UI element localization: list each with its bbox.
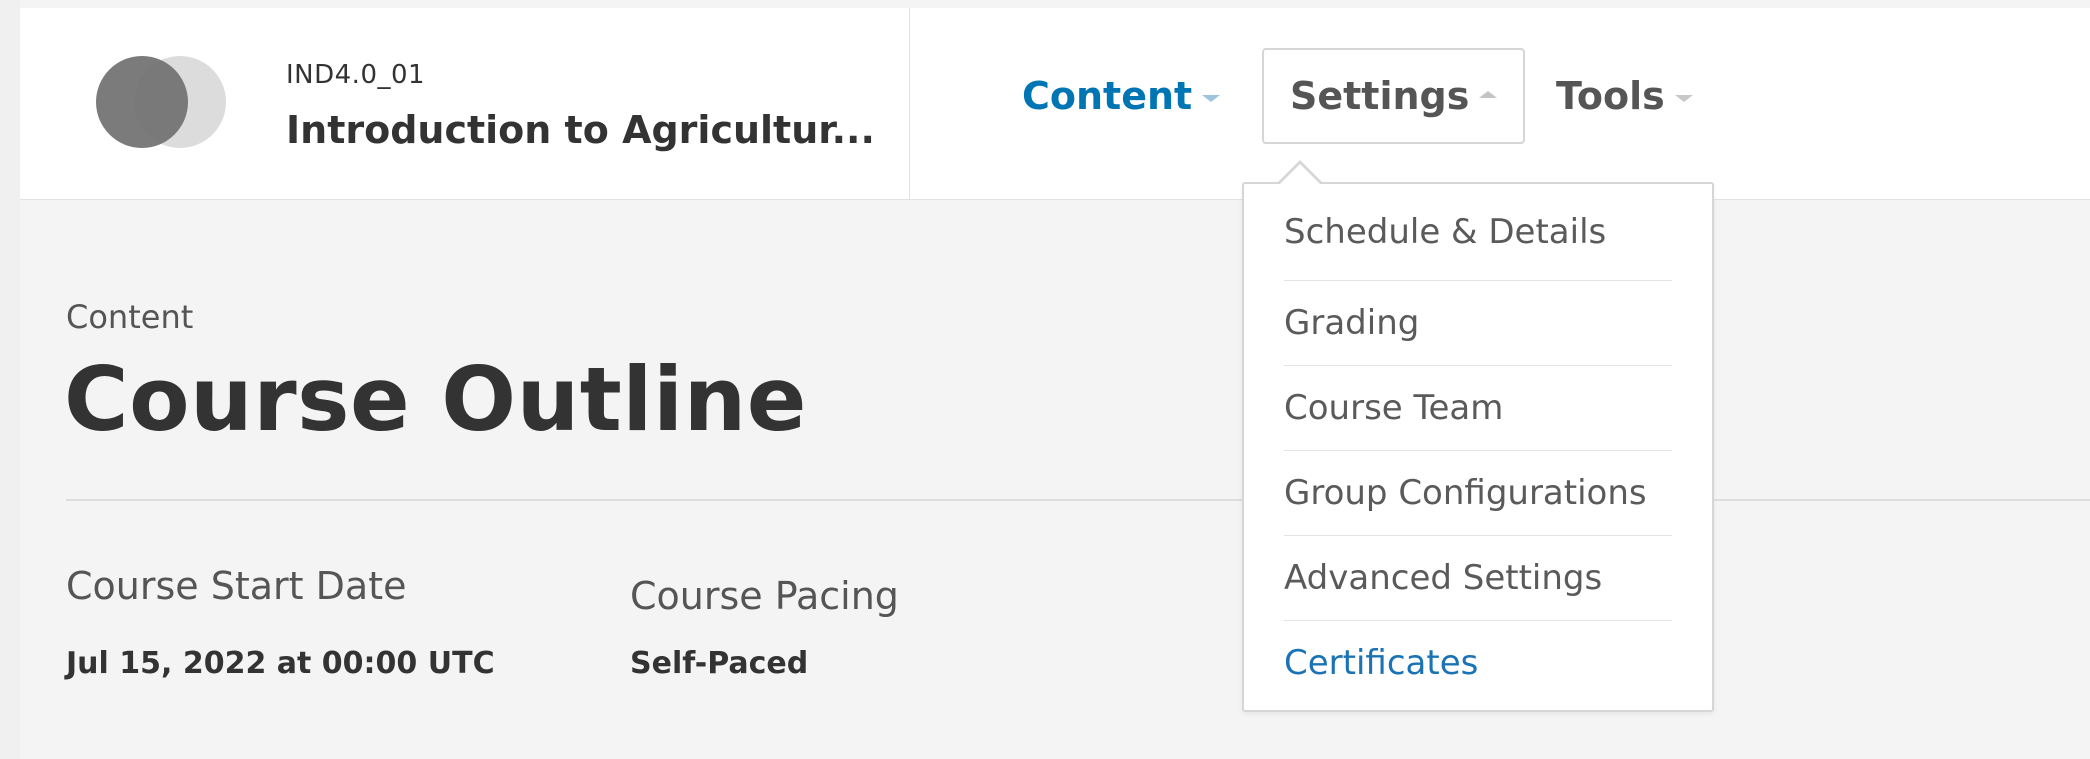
nav-settings-menu[interactable]: Settings bbox=[1262, 48, 1526, 144]
menu-item-course-team[interactable]: Course Team bbox=[1284, 366, 1672, 451]
page: IND4.0_01 Introduction to Agricultur... … bbox=[0, 0, 2090, 759]
nav-tools-label: Tools bbox=[1556, 74, 1665, 118]
logo-circle-dark bbox=[96, 56, 188, 148]
divider bbox=[66, 499, 2090, 501]
left-edge bbox=[0, 0, 20, 759]
top-header: IND4.0_01 Introduction to Agricultur... … bbox=[20, 8, 2090, 200]
course-pacing-value: Self-Paced bbox=[630, 646, 809, 681]
nav-content-label: Content bbox=[1022, 74, 1193, 118]
chevron-down-icon bbox=[1202, 94, 1221, 102]
chevron-up-icon bbox=[1479, 90, 1498, 98]
nav-content-menu[interactable]: Content bbox=[1022, 48, 1221, 144]
nav-settings-label: Settings bbox=[1290, 74, 1470, 118]
menu-item-group-configurations[interactable]: Group Configurations bbox=[1284, 451, 1672, 536]
page-title: Course Outline bbox=[64, 348, 807, 451]
menu-item-schedule-details[interactable]: Schedule & Details bbox=[1284, 184, 1672, 281]
course-branding[interactable]: IND4.0_01 Introduction to Agricultur... bbox=[20, 8, 910, 199]
course-start-date-label: Course Start Date bbox=[66, 564, 407, 608]
dropdown-pointer-fill bbox=[1279, 164, 1321, 185]
chevron-down-icon bbox=[1674, 94, 1693, 102]
course-logo-icon[interactable] bbox=[76, 52, 236, 152]
breadcrumb: Content bbox=[66, 298, 194, 336]
course-pacing-label: Course Pacing bbox=[630, 574, 899, 618]
menu-item-advanced-settings[interactable]: Advanced Settings bbox=[1284, 536, 1672, 621]
settings-menu-list: Schedule & Details Grading Course Team G… bbox=[1244, 184, 1712, 705]
nav-tools-menu[interactable]: Tools bbox=[1556, 48, 1693, 144]
course-org-number: IND4.0_01 bbox=[286, 60, 426, 90]
menu-item-grading[interactable]: Grading bbox=[1284, 281, 1672, 366]
menu-item-certificates[interactable]: Certificates bbox=[1284, 621, 1672, 705]
course-title[interactable]: Introduction to Agricultur... bbox=[286, 108, 875, 152]
settings-dropdown: Schedule & Details Grading Course Team G… bbox=[1242, 160, 1714, 712]
course-start-date-value: Jul 15, 2022 at 00:00 UTC bbox=[66, 646, 495, 681]
